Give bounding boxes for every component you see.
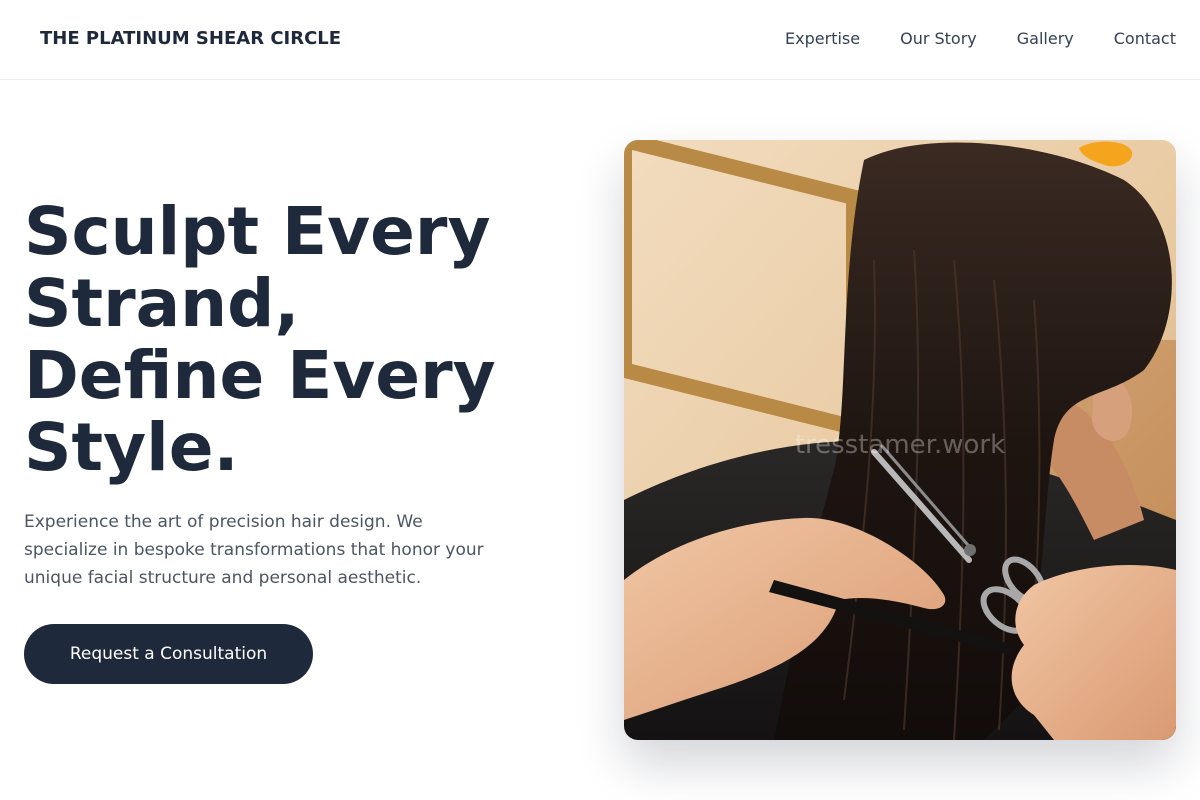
hero-photo: tresstamer.work [624,140,1176,740]
nav-link-contact[interactable]: Contact [1114,29,1176,49]
hero-title: Sculpt Every Strand, Define Every Style. [24,196,584,484]
hero-description-line: Experience the art of precision hair des… [24,512,423,532]
photo-watermark: tresstamer.work [794,430,1006,460]
hero-title-line: Strand, [24,265,300,342]
site-header: THE PLATINUM SHEAR CIRCLE Expertise Our … [0,0,1200,80]
hero-title-line: Define Every [24,337,496,414]
hero-title-line: Sculpt Every [24,193,491,270]
nav-link-our-story[interactable]: Our Story [900,29,977,49]
nav-link-gallery[interactable]: Gallery [1017,29,1074,49]
hero-description-line: specialize in bespoke transformations th… [24,540,484,560]
right-hand [1011,565,1176,740]
brand-logo[interactable]: THE PLATINUM SHEAR CIRCLE [40,28,341,49]
nav-link-expertise[interactable]: Expertise [785,29,860,49]
hero-description-line: unique facial structure and personal aes… [24,568,422,588]
main-nav: Expertise Our Story Gallery Contact [785,29,1176,49]
hero-title-line: Style. [24,409,239,486]
request-consultation-button[interactable]: Request a Consultation [24,624,313,684]
hero-description: Experience the art of precision hair des… [24,508,544,592]
